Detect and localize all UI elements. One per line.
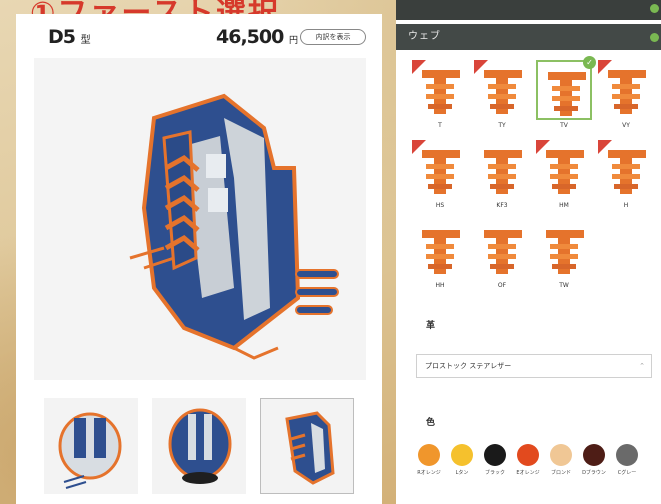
glove-illustration — [129, 93, 339, 360]
color-swatch[interactable] — [616, 444, 638, 466]
new-badge — [598, 60, 612, 74]
web-options-grid: T TY ✓ TV VY HS KF3 HM H HH OF TW — [412, 56, 658, 300]
web-option[interactable]: HH — [412, 220, 468, 294]
product-panel: D5 型 46,500 円 内訳を表示 — [16, 14, 382, 504]
web-option-label: OF — [497, 282, 507, 289]
glove-thumb-palm — [58, 412, 122, 489]
color-swatch-label: Cグレー — [617, 470, 637, 476]
web-option-label: KF3 — [496, 202, 508, 209]
web-thumbnail — [474, 220, 530, 280]
section-title: ウェブ — [408, 31, 441, 42]
thumbnail-side-view[interactable] — [260, 398, 354, 494]
web-option[interactable]: H — [598, 140, 654, 214]
web-thumbnail: ✓ — [536, 56, 596, 120]
leather-select[interactable]: プロストック ステアレザー ⌃ — [416, 354, 652, 378]
color-swatch[interactable] — [484, 444, 506, 466]
web-section-header[interactable]: ウェブ — [396, 24, 661, 50]
web-thumbnail — [412, 220, 468, 280]
web-illustration — [484, 150, 522, 194]
price-unit: 円 — [288, 36, 298, 46]
new-badge — [474, 60, 488, 74]
web-option-label: VY — [622, 122, 630, 129]
color-swatch-label: Rオレンジ — [417, 470, 441, 476]
web-illustration — [422, 230, 460, 274]
web-thumbnail — [474, 140, 530, 200]
glove-thumb-side — [285, 411, 335, 485]
color-swatch-label: Dブラウン — [582, 470, 606, 476]
model-suffix: 型 — [80, 35, 91, 46]
previous-section-bar[interactable] — [396, 0, 661, 20]
color-label: 色 — [426, 418, 436, 428]
thumbnail-strip — [44, 398, 354, 498]
new-badge — [412, 60, 426, 74]
new-badge — [412, 140, 426, 154]
color-swatch-label: Eオレンジ — [516, 470, 540, 476]
web-illustration — [548, 72, 586, 116]
chevron-down-icon: ⌃ — [639, 362, 645, 370]
web-option-label: HS — [435, 202, 445, 209]
show-breakdown-button[interactable]: 内訳を表示 — [300, 29, 366, 45]
check-icon — [650, 33, 659, 42]
web-option[interactable]: KF3 — [474, 140, 530, 214]
model-code: D5 — [48, 26, 76, 48]
web-option[interactable]: TY — [474, 60, 530, 134]
web-option-label: TW — [559, 282, 569, 289]
color-swatch[interactable] — [517, 444, 539, 466]
web-option-label: TY — [498, 122, 506, 129]
web-option[interactable]: HM — [536, 140, 592, 214]
config-panel: ウェブ T TY ✓ TV VY HS KF3 HM H HH OF TW 革 プロストック ステアレ… — [396, 0, 661, 504]
color-swatch[interactable] — [583, 444, 605, 466]
web-thumbnail — [598, 60, 654, 120]
web-thumbnail — [598, 140, 654, 200]
web-thumbnail — [474, 60, 530, 120]
web-thumbnail — [412, 60, 468, 120]
glove-preview-image — [34, 58, 366, 380]
leather-select-value: プロストック ステアレザー — [425, 362, 512, 370]
color-swatch[interactable] — [550, 444, 572, 466]
new-badge — [598, 140, 612, 154]
web-option-label: HM — [559, 202, 569, 209]
price: 46,500 円 — [216, 26, 298, 48]
color-swatch[interactable] — [418, 444, 440, 466]
web-option-label: T — [438, 122, 442, 129]
web-option[interactable]: VY — [598, 60, 654, 134]
web-option-label: HH — [435, 282, 445, 289]
color-swatches: Rオレンジ Lタン ブラック Eオレンジ ブロンド Dブラウン Cグレー — [417, 444, 658, 504]
web-option[interactable]: HS — [412, 140, 468, 214]
new-badge — [536, 140, 550, 154]
web-option[interactable]: OF — [474, 220, 530, 294]
thumbnail-back-view[interactable] — [152, 398, 246, 494]
web-thumbnail — [536, 220, 592, 280]
web-illustration — [546, 230, 584, 274]
web-option[interactable]: TW — [536, 220, 592, 294]
web-option[interactable]: ✓ TV — [536, 56, 596, 134]
glove-thumb-back — [168, 408, 232, 484]
web-option[interactable]: T — [412, 60, 468, 134]
check-icon: ✓ — [583, 56, 596, 69]
web-thumbnail — [412, 140, 468, 200]
check-icon — [650, 4, 659, 13]
web-illustration — [484, 230, 522, 274]
price-value: 46,500 — [216, 26, 284, 48]
web-option-label: TV — [560, 122, 568, 129]
color-swatch-label: ブラック — [484, 470, 505, 476]
web-thumbnail — [536, 140, 592, 200]
leather-label: 革 — [426, 321, 436, 331]
model-name: D5 型 — [48, 26, 91, 48]
color-swatch-label: Lタン — [455, 470, 469, 476]
color-swatch[interactable] — [451, 444, 473, 466]
thumbnail-palm-view[interactable] — [44, 398, 138, 494]
web-option-label: H — [623, 202, 629, 209]
color-swatch-label: ブロンド — [550, 470, 571, 476]
